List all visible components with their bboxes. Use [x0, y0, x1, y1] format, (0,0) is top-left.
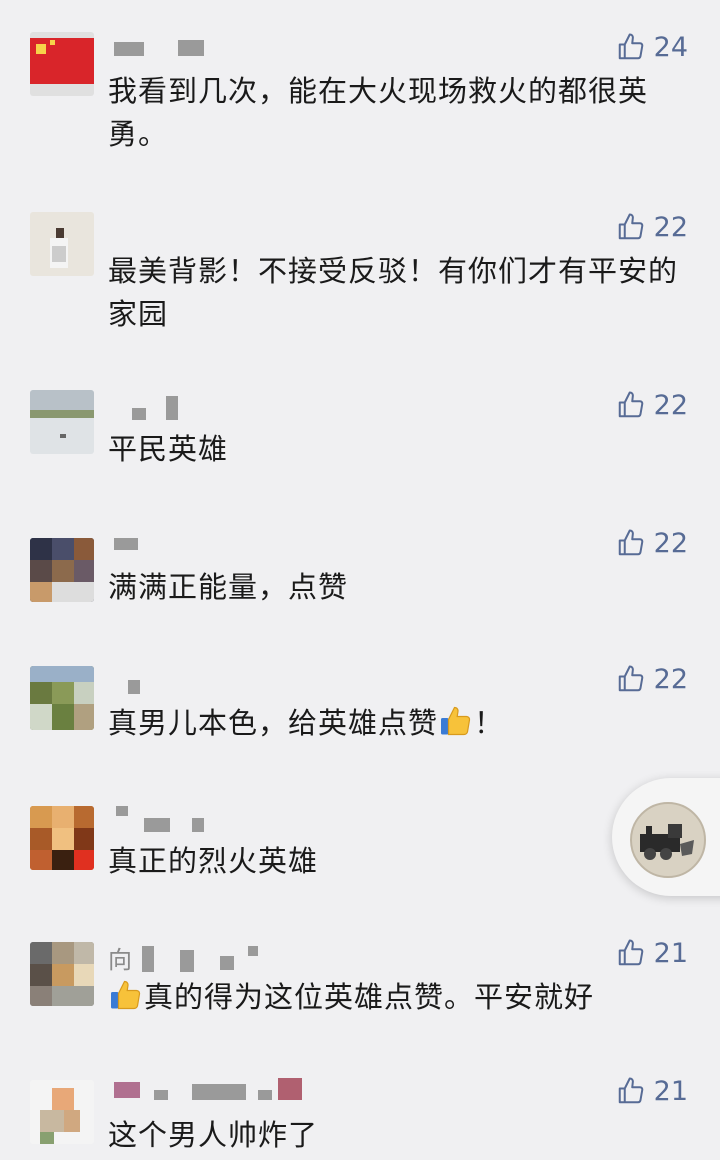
comment-text-part: ！: [474, 706, 505, 740]
thumbs-up-outline-icon: [616, 32, 646, 62]
like-button[interactable]: 22: [616, 662, 688, 696]
like-count: 24: [653, 31, 688, 63]
comment-text: 最美背影！不接受反驳！有你们才有平安的家园: [108, 254, 679, 331]
thumbs-up-outline-icon: [616, 1076, 646, 1106]
like-button[interactable]: 21: [616, 1074, 688, 1108]
commenter-name: 向: [108, 946, 132, 974]
avatar[interactable]: [30, 942, 94, 1006]
comment-text: 这个男人帅炸了: [108, 1118, 319, 1152]
like-button[interactable]: 24: [616, 30, 688, 64]
like-count: 22: [653, 527, 688, 559]
like-count: 22: [653, 211, 688, 243]
like-count: 21: [653, 937, 688, 969]
like-count: 22: [653, 663, 688, 695]
like-button[interactable]: 21: [616, 936, 688, 970]
avatar[interactable]: [30, 390, 94, 454]
avatar[interactable]: [30, 1080, 94, 1144]
avatar[interactable]: [30, 32, 94, 96]
comment-text-part: 真男儿本色，给英雄点赞: [108, 706, 439, 740]
like-count: 22: [653, 389, 688, 421]
comment-text: 我看到几次，能在大火现场救火的都很英勇。: [108, 74, 649, 151]
thumbs-up-outline-icon: [616, 664, 646, 694]
thumbs-up-outline-icon: [616, 390, 646, 420]
avatar[interactable]: [30, 806, 94, 870]
avatar[interactable]: [30, 666, 94, 730]
thumbs-up-outline-icon: [616, 938, 646, 968]
like-count: 21: [653, 1075, 688, 1107]
like-button[interactable]: 22: [616, 210, 688, 244]
thumbs-up-outline-icon: [616, 528, 646, 558]
comment-text: 真的得为这位英雄点赞。平安就好: [108, 976, 688, 1019]
comment-text: 满满正能量，点赞: [108, 570, 349, 604]
thumbs-up-emoji-icon: [108, 977, 144, 1013]
comment-text: 真男儿本色，给英雄点赞 ！: [108, 702, 688, 745]
comment-text: 真正的烈火英雄: [108, 844, 319, 878]
comment-text: 平民英雄: [108, 432, 229, 466]
like-button[interactable]: 22: [616, 526, 688, 560]
thumbs-up-outline-icon: [616, 212, 646, 242]
avatar[interactable]: [30, 538, 94, 602]
thumbs-up-emoji-icon: [438, 703, 474, 739]
comment-text-part: 真的得为这位英雄点赞。平安就好: [144, 980, 595, 1014]
like-button[interactable]: 22: [616, 388, 688, 422]
floating-player-icon: [630, 802, 706, 878]
floating-player-button[interactable]: [612, 778, 720, 896]
avatar[interactable]: [30, 212, 94, 276]
